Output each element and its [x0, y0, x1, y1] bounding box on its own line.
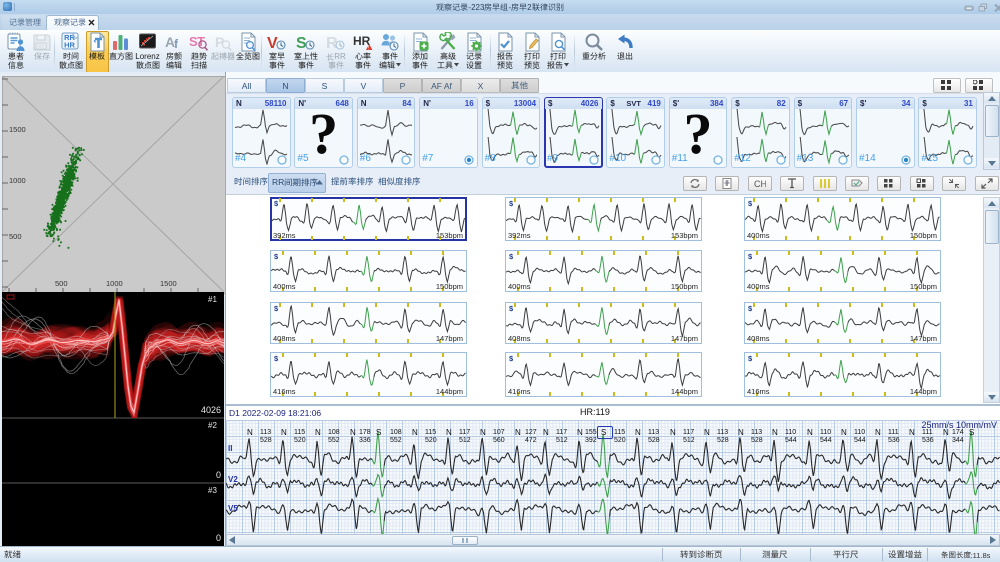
svg-text:S: S — [296, 35, 307, 52]
svg-text:HR: HR — [64, 41, 75, 50]
svg-text:!: ! — [368, 46, 369, 52]
svg-text:CH: CH — [754, 179, 766, 189]
svg-text:V: V — [267, 35, 278, 52]
svg-text:f: f — [174, 37, 179, 51]
